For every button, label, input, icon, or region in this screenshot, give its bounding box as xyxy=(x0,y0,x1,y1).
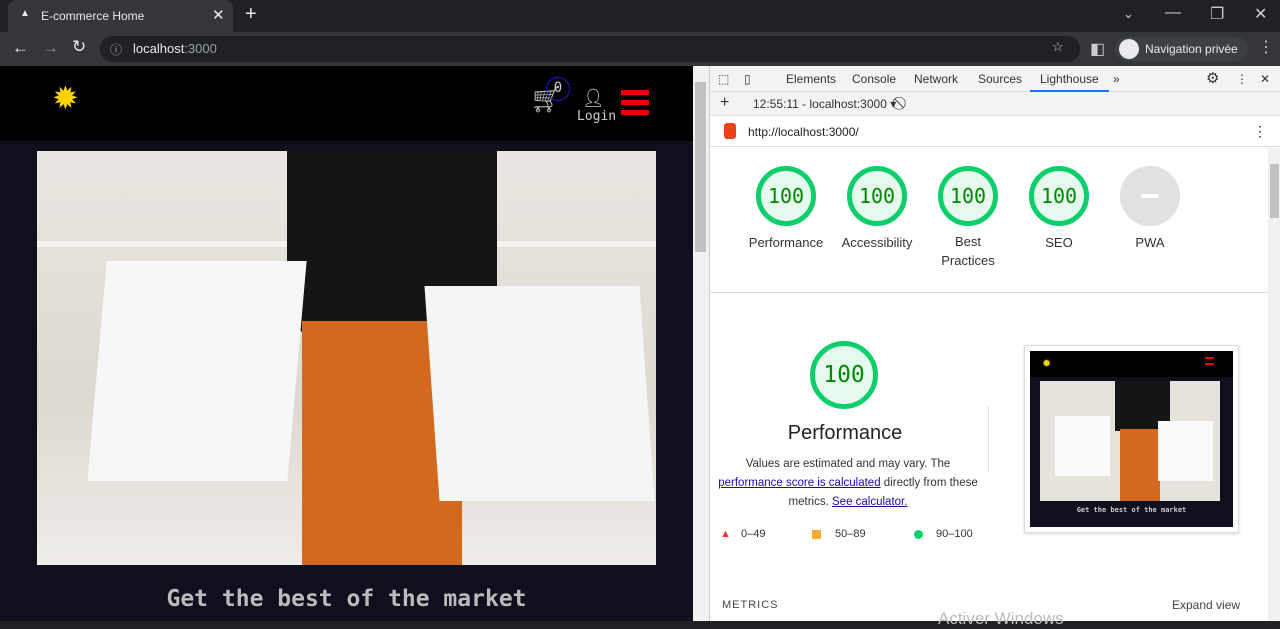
gauge-seo[interactable]: 100 SEO xyxy=(1029,166,1089,270)
pwa-badge-icon xyxy=(1120,166,1180,226)
tab-title: E-commerce Home xyxy=(41,9,145,23)
bookmark-star-icon[interactable]: ☆ xyxy=(1052,39,1064,55)
profile-label: Navigation privée xyxy=(1145,42,1238,56)
close-tab-icon[interactable]: ✕ xyxy=(212,6,225,24)
devtools-menu-icon[interactable]: ⋮ xyxy=(1236,66,1248,92)
devtools-scrollbar[interactable] xyxy=(1268,148,1280,621)
report-select[interactable]: 12:55:11 - localhost:3000 ▾ xyxy=(753,97,896,111)
hamburger-menu-icon[interactable] xyxy=(621,90,649,115)
score-calculated-link[interactable]: performance score is calculated xyxy=(718,477,880,489)
tab-network[interactable]: Network xyxy=(914,66,958,92)
maximize-button[interactable]: ❐ xyxy=(1210,4,1224,24)
tab-elements[interactable]: Elements xyxy=(786,66,836,92)
divider xyxy=(988,406,989,472)
fail-triangle-icon: ▲ xyxy=(720,528,731,540)
score-value: 100 xyxy=(1029,166,1089,226)
legend-range: 90–100 xyxy=(936,528,973,540)
report-url-bar: http://localhost:3000/ ⋮ xyxy=(710,117,1280,147)
score-value: 100 xyxy=(756,166,816,226)
info-icon: ⓘ xyxy=(110,43,123,57)
gauge-best-practices[interactable]: 100 Best Practices xyxy=(938,166,998,270)
expand-view-toggle[interactable]: Expand view xyxy=(1172,598,1240,612)
pass-circle-icon xyxy=(914,530,923,539)
browser-menu-icon[interactable]: ⋮ xyxy=(1258,37,1274,57)
browser-tab[interactable]: ▲ E-commerce Home ✕ xyxy=(8,0,233,32)
windows-activation-watermark: Activer Windows xyxy=(938,609,1064,628)
final-screenshot-thumbnail[interactable]: ✹ Get the best of the market xyxy=(1024,345,1239,533)
report-select-value: 12:55:11 - localhost:3000 xyxy=(753,97,887,111)
tab-search-icon[interactable]: ⌄ xyxy=(1123,6,1134,22)
hero-image xyxy=(37,151,656,565)
inspect-element-icon[interactable]: ⬚ xyxy=(718,66,729,92)
metrics-heading: METRICS xyxy=(722,599,779,611)
tab-sources[interactable]: Sources xyxy=(978,66,1022,92)
score-label: Best Practices xyxy=(941,234,995,268)
see-calculator-link[interactable]: See calculator. xyxy=(832,496,907,508)
lighthouse-logo-icon xyxy=(724,123,736,139)
performance-gauge-large: 100 xyxy=(810,341,878,409)
cart-count-badge: 0 xyxy=(546,77,570,101)
divider xyxy=(710,292,1268,293)
performance-description: Values are estimated and may vary. The p… xyxy=(716,455,980,512)
legend-range: 50–89 xyxy=(835,528,866,540)
page-scrollbar[interactable] xyxy=(693,66,709,621)
tab-console[interactable]: Console xyxy=(852,66,896,92)
add-user-icon[interactable]: 👤︎ xyxy=(582,88,605,109)
web-page: ✹ 🛒︎ 0 👤︎ Login Get the best of the mark… xyxy=(0,66,693,621)
sun-theme-toggle-icon[interactable]: ✹ xyxy=(52,82,79,114)
score-label: PWA xyxy=(1135,235,1165,250)
score-label: Performance xyxy=(748,235,824,250)
report-menu-icon[interactable]: ⋮ xyxy=(1253,123,1267,140)
url-port: :3000 xyxy=(184,41,217,56)
site-navbar: ✹ 🛒︎ 0 👤︎ Login xyxy=(0,66,693,141)
gauge-pwa[interactable]: PWA xyxy=(1120,166,1180,270)
back-button[interactable]: ← xyxy=(12,38,29,58)
browser-toolbar: ← → ↻ ⓘ localhost:3000 ☆ ◧ Navigation pr… xyxy=(0,32,1280,66)
new-report-button[interactable]: + xyxy=(720,94,729,112)
device-toolbar-icon[interactable]: ▯ xyxy=(744,66,751,92)
gauge-accessibility[interactable]: 100 Accessibility xyxy=(842,166,912,270)
score-label: SEO xyxy=(1045,235,1073,250)
side-panel-icon[interactable]: ◧ xyxy=(1090,39,1105,59)
legend-range: 0–49 xyxy=(741,528,766,540)
devtools-tabbar: ⬚ ▯ Elements Console Network Sources Lig… xyxy=(710,66,1280,92)
more-tabs-icon[interactable]: » xyxy=(1113,66,1120,92)
url-host: localhost xyxy=(133,41,185,56)
forward-button[interactable]: → xyxy=(42,38,59,58)
new-tab-button[interactable]: + xyxy=(245,3,257,26)
close-devtools-icon[interactable]: ✕ xyxy=(1260,66,1270,92)
score-value: 100 xyxy=(847,166,907,226)
score-label: Accessibility xyxy=(841,235,913,250)
login-link[interactable]: Login xyxy=(577,109,616,124)
settings-gear-icon[interactable]: ⚙ xyxy=(1206,66,1219,92)
score-gauges: 100 Performance 100 Accessibility 100 Best … xyxy=(749,166,1180,270)
performance-title: Performance xyxy=(787,422,903,444)
desc-text: Values are estimated and may vary. The xyxy=(745,458,951,470)
close-window-button[interactable]: ✕ xyxy=(1254,4,1267,24)
incognito-badge[interactable]: Navigation privée xyxy=(1115,37,1248,61)
score-value: 100 xyxy=(938,166,998,226)
favicon-icon: ▲ xyxy=(20,8,30,19)
thumbnail-title: Get the best of the market xyxy=(1076,506,1187,514)
devtools-panel: ⬚ ▯ Elements Console Network Sources Lig… xyxy=(709,66,1280,628)
tab-strip: ▲ E-commerce Home ✕ + ⌄ — ❐ ✕ xyxy=(0,0,1280,32)
average-square-icon xyxy=(812,530,821,539)
tab-lighthouse[interactable]: Lighthouse xyxy=(1030,66,1109,92)
address-bar[interactable]: ⓘ localhost:3000 ☆ xyxy=(100,36,1080,62)
minimize-button[interactable]: — xyxy=(1165,4,1181,22)
hero-title: Get the best of the market xyxy=(166,586,527,612)
gauge-performance[interactable]: 100 Performance xyxy=(749,166,823,270)
lighthouse-toolbar: + 12:55:11 - localhost:3000 ▾ ⃠ xyxy=(710,92,1280,116)
report-url: http://localhost:3000/ xyxy=(748,125,859,139)
reload-button[interactable]: ↻ xyxy=(72,37,86,57)
incognito-icon xyxy=(1119,39,1139,59)
